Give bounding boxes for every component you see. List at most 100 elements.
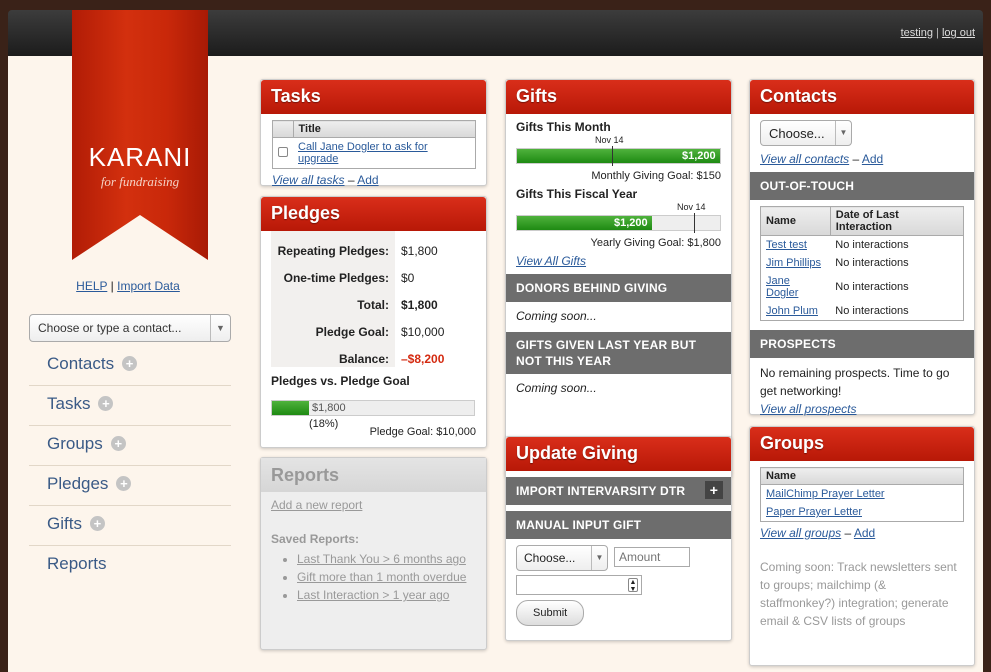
interaction-date: No interactions [835, 281, 909, 293]
user-link[interactable]: testing [901, 27, 933, 39]
pledge-label: One-time Pledges: [283, 270, 389, 285]
sidebar-item-gifts[interactable]: Gifts + [29, 506, 231, 546]
saved-report-link[interactable]: Gift more than 1 month overdue [297, 570, 466, 584]
coming-soon-text: Coming soon... [516, 381, 597, 395]
contacts-footer: View all contacts – Add [760, 152, 964, 166]
stepper-icon[interactable]: ▲ ▼ [628, 578, 638, 593]
table-row: John Plum No interactions [761, 302, 964, 321]
table-row: Jane Dogler No interactions [761, 272, 964, 302]
separator: – [844, 526, 852, 540]
tasks-panel: Tasks Title Call Jane Dogler to ask for … [260, 79, 487, 187]
logout-link[interactable]: log out [942, 27, 975, 39]
separator: – [347, 173, 355, 187]
saved-report-link[interactable]: Last Thank You > 6 months ago [297, 552, 466, 566]
groups-panel: Groups Name MailChimp Prayer Letter Pape… [749, 426, 975, 666]
plus-icon[interactable]: + [89, 516, 105, 531]
fy-bar-label: $1,200 [614, 217, 648, 229]
prospects-header: PROSPECTS [750, 330, 974, 358]
pledge-value: $10,000 [401, 324, 445, 339]
sidebar-item-pledges[interactable]: Pledges + [29, 466, 231, 506]
pledge-progress-bar: $1,800 [271, 400, 475, 416]
balance-value: –$8,200 [401, 351, 445, 366]
view-all-gifts-link[interactable]: View All Gifts [516, 254, 721, 268]
month-progress-bar: $1,200 [516, 146, 721, 166]
last-year-header: GIFTS GIVEN LAST YEAR BUT NOT THIS YEAR [506, 332, 731, 374]
monthly-goal-label: Monthly Giving Goal: $150 [591, 170, 721, 182]
table-row: Jim Phillips No interactions [761, 254, 964, 272]
group-link[interactable]: Paper Prayer Letter [766, 506, 862, 518]
sidebar-item-reports[interactable]: Reports [29, 546, 231, 586]
view-all-tasks-link[interactable]: View all tasks [272, 173, 344, 187]
sidebar-item-label: Pledges [47, 474, 109, 493]
month-marker-label: Nov 14 [595, 135, 624, 145]
prospects-text: No remaining prospects. Time to go get n… [760, 366, 950, 398]
import-dtr-label: IMPORT INTERVARSITY DTR [516, 484, 686, 498]
sidebar-item-tasks[interactable]: Tasks + [29, 386, 231, 426]
panel-title: Contacts [750, 80, 974, 114]
brand-tagline: for fundraising [100, 174, 180, 189]
contact-link[interactable]: Jim Phillips [766, 257, 821, 269]
help-link[interactable]: HELP [76, 279, 107, 293]
groups-footer: View all groups – Add [760, 526, 964, 540]
groups-coming-soon: Coming soon: Track newsletters sent to g… [760, 560, 957, 628]
saved-report-link[interactable]: Last Interaction > 1 year ago [297, 588, 449, 602]
month-bar-label: $1,200 [682, 150, 716, 162]
select-value: Choose... [524, 551, 576, 565]
chevron-down-icon[interactable]: ▼ [835, 121, 851, 145]
plus-icon[interactable]: + [116, 476, 132, 491]
select-value: Choose... [769, 126, 825, 141]
table-row: Call Jane Dogler to ask for upgrade [273, 138, 476, 169]
interaction-date: No interactions [835, 239, 909, 251]
pledges-vs-goal-title: Pledges vs. Pledge Goal [271, 374, 410, 388]
gift-contact-select[interactable]: Choose... ▼ [516, 545, 608, 571]
interaction-date: No interactions [835, 305, 909, 317]
chevron-down-icon[interactable]: ▼ [591, 546, 607, 570]
plus-icon[interactable]: + [98, 396, 114, 411]
chevron-down-icon[interactable]: ▼ [210, 315, 230, 341]
manual-input-header: MANUAL INPUT GIFT [506, 511, 731, 539]
add-task-link[interactable]: Add [357, 173, 378, 187]
add-contact-link[interactable]: Add [862, 152, 883, 166]
donors-behind-header: DONORS BEHIND GIVING [506, 274, 731, 302]
contact-link[interactable]: Jane Dogler [766, 275, 798, 299]
sidebar-item-contacts[interactable]: Contacts + [29, 346, 231, 386]
add-import-button[interactable]: + [705, 481, 723, 499]
separator: | [110, 279, 114, 293]
submit-button[interactable]: Submit [516, 600, 585, 626]
contact-link[interactable]: Test test [766, 239, 807, 251]
view-all-prospects-link[interactable]: View all prospects [760, 402, 857, 416]
reports-panel: Reports Add a new report Saved Reports: … [260, 457, 487, 650]
table-row: Test test No interactions [761, 236, 964, 255]
task-checkbox[interactable] [278, 146, 288, 157]
task-link[interactable]: Call Jane Dogler to ask for upgrade [298, 141, 428, 165]
pledges-panel: Pledges Repeating Pledges: $1,800 One-tim… [260, 196, 487, 448]
import-data-link[interactable]: Import Data [117, 279, 180, 293]
view-all-contacts-link[interactable]: View all contacts [760, 152, 849, 166]
panel-title: Gifts [506, 80, 731, 114]
pledge-row: Balance: –$8,200 [271, 345, 476, 372]
coming-soon-text: Coming soon... [516, 309, 597, 323]
contact-search-select[interactable]: Choose or type a contact... ▼ [29, 314, 231, 342]
group-link[interactable]: MailChimp Prayer Letter [766, 488, 885, 500]
table-row: MailChimp Prayer Letter [761, 485, 964, 504]
groups-table: Name MailChimp Prayer Letter Paper Praye… [760, 467, 964, 522]
contact-select[interactable]: Choose... ▼ [760, 120, 852, 146]
pledge-percent: (18%) [309, 418, 339, 430]
add-group-link[interactable]: Add [854, 526, 875, 540]
sidebar-item-groups[interactable]: Groups + [29, 426, 231, 466]
plus-icon[interactable]: + [110, 436, 126, 451]
add-report-link[interactable]: Add a new report [271, 498, 362, 512]
column-header: Title [292, 120, 476, 138]
plus-icon[interactable]: + [122, 356, 138, 371]
pledge-progress-fill [272, 401, 309, 415]
pledge-label: Pledge Goal: [315, 324, 389, 339]
date-input[interactable]: ▲ ▼ [516, 575, 642, 595]
contact-link[interactable]: John Plum [766, 305, 818, 317]
sidebar-item-label: Tasks [47, 394, 91, 413]
view-all-groups-link[interactable]: View all groups [760, 526, 841, 540]
update-giving-panel: Update Giving IMPORT INTERVARSITY DTR + … [505, 436, 732, 641]
pledge-goal-label: Pledge Goal: $10,000 [369, 426, 476, 438]
pledge-label: Total: [357, 297, 389, 312]
pledge-row: Pledge Goal: $10,000 [271, 318, 476, 345]
amount-input[interactable] [614, 547, 690, 567]
